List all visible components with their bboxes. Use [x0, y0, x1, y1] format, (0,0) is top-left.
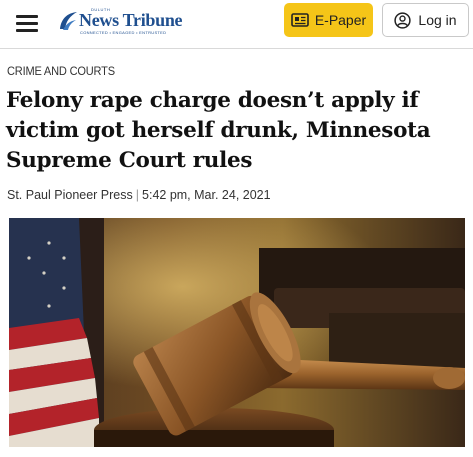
login-button[interactable]: Log in [382, 3, 469, 37]
article-headline: Felony rape charge doesn’t apply if vict… [6, 88, 431, 173]
user-icon [394, 11, 412, 29]
article-hero-image[interactable] [9, 218, 465, 447]
logo-tagline: CONNECTED • ENGAGED • ENTRUSTED [80, 30, 167, 35]
byline-source[interactable]: St. Paul Pioneer Press [7, 188, 133, 202]
site-logo[interactable]: DULUTH News Tribune CONNECTED • ENGAGED … [57, 7, 183, 35]
section-link-crime-and-courts[interactable]: CRIME AND COURTS [7, 64, 115, 78]
logo-wordmark: News Tribune [79, 10, 183, 30]
logo-swoosh-icon [60, 12, 77, 30]
newspaper-icon [291, 13, 309, 27]
byline-separator: | [135, 188, 140, 202]
menu-icon[interactable] [16, 13, 40, 33]
byline: St. Paul Pioneer Press | 5:42 pm, Mar. 24,… [7, 188, 271, 202]
epaper-button[interactable]: E-Paper [284, 3, 373, 37]
byline-timestamp: 5:42 pm, Mar. 24, 2021 [142, 188, 271, 202]
login-label: Log in [418, 12, 457, 28]
gavel-photo [9, 218, 465, 447]
site-header: DULUTH News Tribune CONNECTED • ENGAGED … [0, 0, 473, 49]
epaper-label: E-Paper [314, 12, 367, 28]
